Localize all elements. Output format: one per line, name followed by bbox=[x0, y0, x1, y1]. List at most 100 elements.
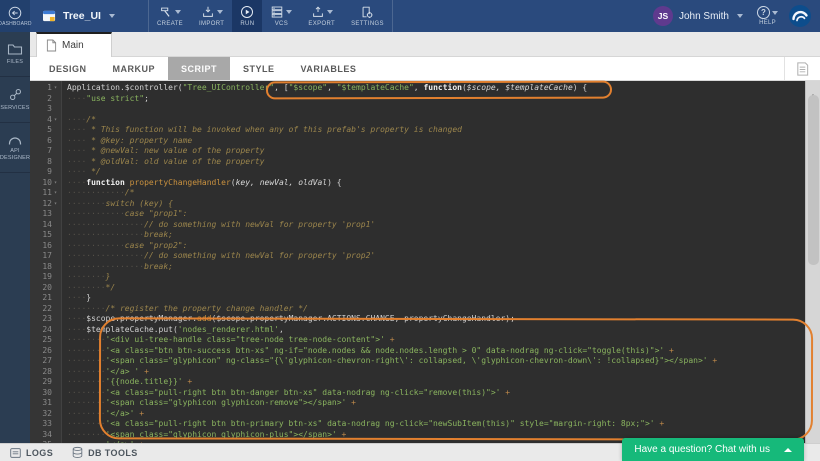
page-icon bbox=[46, 39, 57, 52]
sidebar-item-api-designer[interactable]: API DESIGNER bbox=[0, 123, 30, 173]
code-line[interactable]: ···· * @oldVal: old value of the propert… bbox=[67, 157, 805, 168]
run-play-icon bbox=[240, 5, 254, 19]
code-line[interactable]: ····"use strict"; bbox=[67, 94, 805, 105]
code-line[interactable]: ········} bbox=[67, 272, 805, 283]
vcs-button[interactable]: VCS bbox=[262, 0, 300, 32]
code-line[interactable]: ········'<span class="glyphicon" ng-clas… bbox=[67, 356, 805, 367]
code-line[interactable]: ····} bbox=[67, 293, 805, 304]
code-line[interactable]: Application.$controller("Tree_UIControll… bbox=[67, 83, 805, 94]
code-line[interactable]: ········'<span class="glyphicon glyphico… bbox=[67, 398, 805, 409]
wavemaker-logo-icon bbox=[784, 0, 820, 32]
left-sidebar: FILES SERVICES API DESIGNER bbox=[0, 32, 30, 443]
code-line[interactable]: ········'</a>' + bbox=[67, 409, 805, 420]
project-name: Tree_UI bbox=[63, 10, 101, 22]
toolbar-spacer bbox=[393, 0, 645, 32]
gutter-row: 18 bbox=[30, 262, 61, 273]
run-button[interactable]: RUN bbox=[232, 0, 262, 32]
logs-icon bbox=[9, 447, 22, 459]
import-tray-icon bbox=[201, 5, 215, 19]
chevron-down-icon bbox=[327, 10, 333, 14]
gutter-row: 24 bbox=[30, 325, 61, 336]
project-selector[interactable]: Tree_UI bbox=[30, 0, 148, 32]
code-lines[interactable]: Application.$controller("Tree_UIControll… bbox=[62, 81, 805, 443]
code-line[interactable]: ···· * @newVal: new value of the propert… bbox=[67, 146, 805, 157]
scrollbar-thumb[interactable] bbox=[808, 95, 819, 265]
document-lines-icon bbox=[795, 61, 810, 77]
sidebar-item-files[interactable]: FILES bbox=[0, 32, 30, 77]
hammer-icon bbox=[159, 5, 173, 19]
tab-style[interactable]: STYLE bbox=[230, 57, 288, 80]
gutter-row: 4▾ bbox=[30, 115, 61, 126]
code-line[interactable]: ···· * This function will be invoked whe… bbox=[67, 125, 805, 136]
gutter-row: 22 bbox=[30, 304, 61, 315]
export-button[interactable]: EXPORT bbox=[300, 0, 343, 32]
code-line[interactable]: ····function propertyChangeHandler(key, … bbox=[67, 178, 805, 189]
vcs-stack-icon bbox=[270, 5, 284, 19]
format-code-button[interactable] bbox=[784, 57, 820, 80]
db-tools-button[interactable]: DB TOOLS bbox=[71, 446, 138, 459]
gutter-row: 10▾ bbox=[30, 178, 61, 189]
gutter-row: 28 bbox=[30, 367, 61, 378]
code-line[interactable]: ········*/ bbox=[67, 283, 805, 294]
code-line[interactable] bbox=[67, 104, 805, 115]
tab-markup[interactable]: MARKUP bbox=[100, 57, 169, 80]
fold-marker-icon[interactable]: ▾ bbox=[52, 199, 59, 210]
code-line[interactable]: ················// do something with new… bbox=[67, 251, 805, 262]
create-button[interactable]: CREATE bbox=[149, 0, 191, 32]
fold-marker-icon[interactable]: ▾ bbox=[52, 188, 59, 199]
dashboard-back-icon bbox=[8, 6, 22, 20]
links-icon bbox=[8, 87, 23, 102]
fold-marker-icon[interactable]: ▾ bbox=[52, 83, 59, 94]
code-line[interactable]: ········/* register the property change … bbox=[67, 304, 805, 315]
gutter-row: 31 bbox=[30, 398, 61, 409]
tab-variables[interactable]: VARIABLES bbox=[288, 57, 370, 80]
code-line[interactable]: ········'<a class="btn btn-success btn-x… bbox=[67, 346, 805, 357]
code-line[interactable]: ········'<div ui-tree-handle class="tree… bbox=[67, 335, 805, 346]
code-line[interactable]: ···· */ bbox=[67, 167, 805, 178]
chevron-down-icon bbox=[175, 10, 181, 14]
code-line[interactable]: ········'{{node.title}}' + bbox=[67, 377, 805, 388]
gutter-row: 15 bbox=[30, 230, 61, 241]
editor-mode-tabs: DESIGN MARKUP SCRIPT STYLE VARIABLES bbox=[30, 57, 820, 81]
gutter-row: 9 bbox=[30, 167, 61, 178]
gutter-row: 33 bbox=[30, 419, 61, 430]
gutter-row: 8 bbox=[30, 157, 61, 168]
tab-script[interactable]: SCRIPT bbox=[168, 57, 230, 80]
code-line[interactable]: ············/* bbox=[67, 188, 805, 199]
tab-main[interactable]: Main bbox=[36, 32, 112, 57]
settings-button[interactable]: SETTINGS bbox=[343, 0, 392, 32]
editor-scrollbar[interactable] bbox=[805, 81, 820, 443]
code-line[interactable]: ················break; bbox=[67, 230, 805, 241]
chat-with-us-button[interactable]: Have a question? Chat with us bbox=[622, 438, 804, 461]
dashboard-button[interactable]: DASHBOARD bbox=[0, 0, 30, 32]
chevron-down-icon bbox=[286, 10, 292, 14]
fold-marker-icon[interactable]: ▾ bbox=[52, 115, 59, 126]
code-line[interactable]: ···· * @key: property name bbox=[67, 136, 805, 147]
gutter-row: 32 bbox=[30, 409, 61, 420]
project-icon bbox=[42, 10, 57, 23]
arc-icon bbox=[7, 133, 23, 145]
code-line[interactable]: ····/* bbox=[67, 115, 805, 126]
code-editor[interactable]: 1▾234▾5678910▾11▾12▾13141516171819202122… bbox=[30, 81, 820, 443]
tab-design[interactable]: DESIGN bbox=[36, 57, 100, 80]
code-line[interactable]: ········'<a class="pull-right btn btn-pr… bbox=[67, 419, 805, 430]
gutter-row: 2 bbox=[30, 94, 61, 105]
help-menu[interactable]: ? HELP bbox=[751, 0, 784, 32]
code-line[interactable]: ········switch (key) { bbox=[67, 199, 805, 210]
code-line[interactable]: ············case "prop1": bbox=[67, 209, 805, 220]
logs-button[interactable]: LOGS bbox=[9, 447, 53, 459]
code-line[interactable]: ········'<a class="pull-right btn btn-da… bbox=[67, 388, 805, 399]
code-line[interactable]: ····$scope.propertyManager.add($scope.pr… bbox=[67, 314, 805, 325]
fold-marker-icon[interactable]: ▾ bbox=[52, 178, 59, 189]
import-button[interactable]: IMPORT bbox=[191, 0, 232, 32]
code-line[interactable]: ········'</a> ' + bbox=[67, 367, 805, 378]
code-line[interactable]: ····$templateCache.put('nodes_renderer.h… bbox=[67, 325, 805, 336]
code-line[interactable]: ················break; bbox=[67, 262, 805, 273]
code-line[interactable]: ················// do something with new… bbox=[67, 220, 805, 231]
sidebar-item-services[interactable]: SERVICES bbox=[0, 77, 30, 123]
gutter-row: 23 bbox=[30, 314, 61, 325]
user-menu[interactable]: JS John Smith bbox=[645, 0, 751, 32]
code-line[interactable]: ············case "prop2": bbox=[67, 241, 805, 252]
gutter: 1▾234▾5678910▾11▾12▾13141516171819202122… bbox=[30, 81, 62, 443]
gutter-row: 14 bbox=[30, 220, 61, 231]
